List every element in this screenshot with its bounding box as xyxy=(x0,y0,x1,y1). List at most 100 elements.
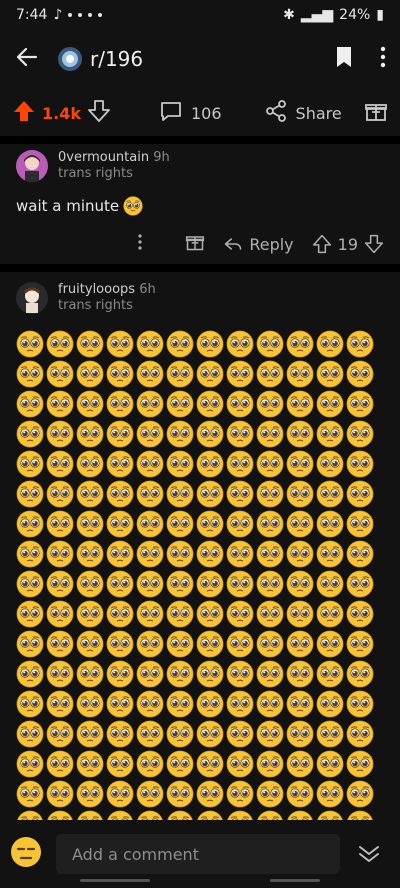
pleading-face-icon xyxy=(196,330,224,358)
pleading-face-icon xyxy=(166,660,194,688)
back-arrow-icon[interactable] xyxy=(14,44,40,74)
pleading-face-icon xyxy=(46,660,74,688)
pleading-face-icon xyxy=(76,360,104,388)
subreddit-title[interactable]: r/196 xyxy=(58,47,143,71)
pleading-face-icon xyxy=(106,360,134,388)
comment-fruitylooops: fruitylooops 6h trans rights xyxy=(0,282,400,820)
pleading-face-icon xyxy=(136,720,164,748)
pleading-face-icon xyxy=(256,510,284,538)
pleading-face-icon xyxy=(226,360,254,388)
pleading-face-icon xyxy=(136,360,164,388)
pleading-face-icon xyxy=(136,750,164,778)
pleading-face-icon xyxy=(346,630,374,658)
comment-author[interactable]: 0vermountain xyxy=(58,150,149,165)
pleading-face-icon xyxy=(46,630,74,658)
comment-time: 6h xyxy=(139,282,156,297)
pleading-face-icon xyxy=(316,570,344,598)
downvote-icon[interactable] xyxy=(87,99,111,127)
status-time: 7:44 xyxy=(16,7,48,23)
pleading-face-icon xyxy=(136,510,164,538)
comments-button[interactable]: 106 xyxy=(159,99,222,127)
pleading-face-icon xyxy=(256,660,284,688)
pleading-face-icon xyxy=(196,570,224,598)
pleading-face-icon xyxy=(106,690,134,718)
downvote-icon[interactable] xyxy=(364,234,384,254)
tiktok-icon: ♪ xyxy=(53,7,63,23)
user-flair: trans rights xyxy=(58,166,133,181)
pleading-face-icon xyxy=(316,360,344,388)
pleading-face-icon xyxy=(106,630,134,658)
pleading-face-icon xyxy=(346,660,374,688)
nav-indicator xyxy=(270,879,320,882)
gift-icon[interactable] xyxy=(185,232,205,256)
upvote-icon[interactable] xyxy=(312,234,332,254)
pleading-face-icon xyxy=(226,480,254,508)
pleading-face-icon xyxy=(136,330,164,358)
pleading-face-icon xyxy=(76,570,104,598)
pleading-face-icon xyxy=(16,720,44,748)
pleading-face-icon xyxy=(346,450,374,478)
comment-0vermountain: 0vermountain 9h trans rights wait a minu… xyxy=(0,150,400,256)
comment-meta: fruitylooops 6h trans rights xyxy=(58,282,156,313)
share-button[interactable]: Share xyxy=(264,99,342,127)
pleading-face-icon xyxy=(196,540,224,568)
pleading-face-icon xyxy=(316,660,344,688)
pleading-face-icon xyxy=(196,780,224,808)
pleading-face-icon xyxy=(166,690,194,718)
comment-body: wait a minute xyxy=(16,196,384,216)
upvote-icon[interactable] xyxy=(12,99,36,127)
reply-button[interactable]: Reply xyxy=(223,234,294,254)
pleading-face-icon xyxy=(196,390,224,418)
pleading-face-icon xyxy=(196,810,224,820)
pleading-face-icon xyxy=(166,510,194,538)
post-action-bar: 1.4k 106 Share xyxy=(0,90,400,136)
pleading-face-icon xyxy=(76,810,104,820)
author-line: 0vermountain 9h xyxy=(58,150,170,165)
pleading-face-icon xyxy=(166,330,194,358)
pleading-face-icon xyxy=(136,690,164,718)
comment-input[interactable]: Add a comment xyxy=(56,834,340,874)
pleading-face-icon xyxy=(256,630,284,658)
avatar[interactable] xyxy=(16,282,48,314)
bookmark-icon[interactable] xyxy=(334,45,354,73)
pleading-face-icon xyxy=(76,420,104,448)
pleading-face-icon xyxy=(226,810,254,820)
pleading-face-icon xyxy=(16,750,44,778)
pleading-face-icon xyxy=(166,750,194,778)
reply-label: Reply xyxy=(249,234,294,254)
pleading-face-icon xyxy=(106,660,134,688)
pleading-face-icon xyxy=(286,360,314,388)
pleading-face-icon xyxy=(346,720,374,748)
pleading-face-icon xyxy=(166,630,194,658)
pleading-face-icon xyxy=(46,450,74,478)
notification-icon xyxy=(68,13,73,17)
comment-meta: 0vermountain 9h trans rights xyxy=(58,150,170,181)
more-options-icon[interactable] xyxy=(137,234,143,254)
comment-author[interactable]: fruitylooops xyxy=(58,282,135,297)
expressionless-face-icon[interactable] xyxy=(10,836,42,872)
pleading-face-icon xyxy=(346,570,374,598)
pleading-face-icon xyxy=(123,196,143,216)
pleading-face-icon xyxy=(286,480,314,508)
pleading-face-icon xyxy=(106,420,134,448)
comment-text: wait a minute xyxy=(16,197,120,215)
pleading-face-icon xyxy=(226,540,254,568)
pleading-face-icon xyxy=(316,540,344,568)
pleading-face-icon xyxy=(166,450,194,478)
pleading-face-icon xyxy=(226,330,254,358)
pleading-face-icon xyxy=(16,330,44,358)
pleading-face-icon xyxy=(196,720,224,748)
comment-actions: Reply 19 xyxy=(16,232,384,256)
pleading-face-icon xyxy=(46,360,74,388)
pleading-face-icon xyxy=(16,780,44,808)
avatar[interactable] xyxy=(16,150,48,182)
pleading-face-icon xyxy=(16,690,44,718)
pleading-face-icon xyxy=(316,420,344,448)
collapse-button[interactable] xyxy=(348,833,390,875)
pleading-face-icon xyxy=(16,810,44,820)
pleading-face-icon xyxy=(316,480,344,508)
pleading-face-icon xyxy=(46,720,74,748)
more-vertical-icon[interactable] xyxy=(380,46,386,72)
pleading-face-icon xyxy=(346,360,374,388)
award-button[interactable] xyxy=(364,99,388,127)
